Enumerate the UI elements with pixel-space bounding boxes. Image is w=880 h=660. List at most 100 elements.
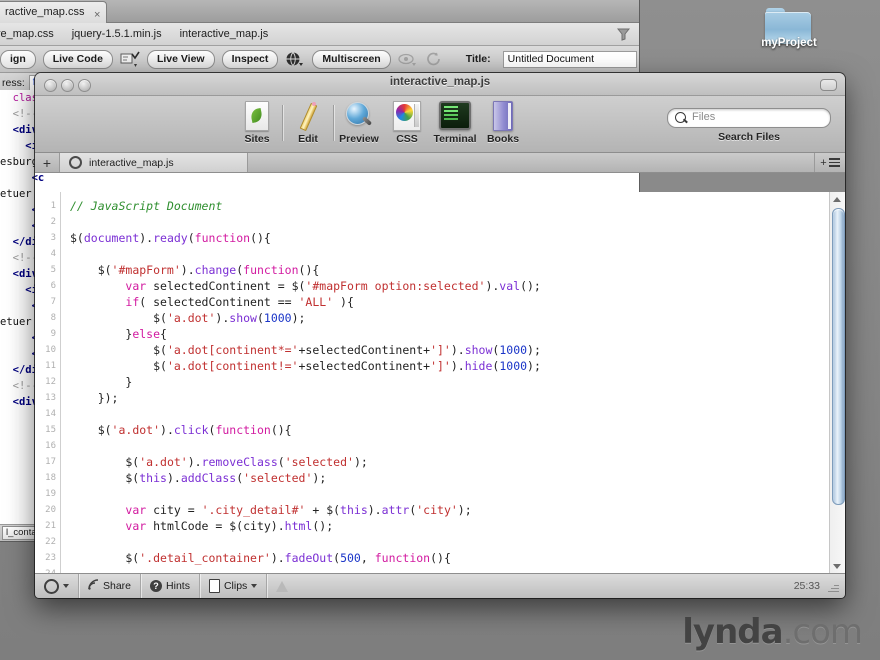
- toolbar-item-terminal[interactable]: Terminal: [431, 99, 479, 145]
- line-number: 9: [50, 329, 56, 339]
- code-line[interactable]: $(this).addClass('selected');: [61, 470, 829, 486]
- line-number: 7: [50, 297, 56, 307]
- code-line[interactable]: $('#mapForm').change(function(){: [61, 262, 829, 278]
- color-wheel-icon: [383, 99, 431, 132]
- code-line[interactable]: }else{: [61, 326, 829, 342]
- code-line[interactable]: [61, 406, 829, 422]
- add-glyph: +: [820, 156, 827, 169]
- scroll-up-arrow-icon[interactable]: [833, 197, 841, 202]
- line-number: 8: [50, 313, 56, 323]
- resize-grip-icon[interactable]: [828, 581, 839, 592]
- code-line[interactable]: $('a.dot[continent*='+selectedContinent+…: [61, 342, 829, 358]
- terminal-screen-icon: [431, 99, 479, 132]
- code-line[interactable]: var city = '.city_detail#' + $(this).att…: [61, 502, 829, 518]
- toolbar-toggle-button[interactable]: [820, 79, 837, 91]
- code-editor[interactable]: 1234567891011121314151617181920212223242…: [35, 192, 845, 574]
- live-view-button[interactable]: Live View: [146, 49, 215, 69]
- toolbar-item-sites[interactable]: Sites: [233, 99, 281, 145]
- code-line[interactable]: $('a.dot').click(function(){: [61, 422, 829, 438]
- dreamweaver-tab-bar: ractive_map.css ×: [0, 0, 639, 23]
- vertical-scrollbar[interactable]: [829, 192, 845, 574]
- gear-icon: [44, 578, 59, 594]
- search-input[interactable]: Files: [667, 108, 831, 128]
- live-code-button[interactable]: Live Code: [42, 49, 113, 69]
- line-number: 22: [45, 537, 56, 547]
- code-line[interactable]: });: [61, 390, 829, 406]
- toolbar-item-preview[interactable]: Preview: [335, 99, 383, 145]
- clips-button[interactable]: Clips: [200, 574, 268, 598]
- dreamweaver-document-tab[interactable]: ractive_map.css ×: [0, 1, 108, 23]
- validator-button[interactable]: [267, 574, 297, 598]
- code-line[interactable]: $('a.dot').show(1000);: [61, 310, 829, 326]
- related-file-css[interactable]: ctive_map.css: [0, 28, 54, 40]
- chevron-down-icon: [63, 584, 69, 588]
- hints-button[interactable]: ? Hints: [141, 574, 200, 598]
- tab-options-button[interactable]: +: [814, 153, 845, 172]
- toolbar-item-sites-label: Sites: [244, 133, 270, 145]
- multiscreen-button[interactable]: Multiscreen: [312, 49, 391, 69]
- code-text-area[interactable]: // JavaScript Document $(document).ready…: [61, 192, 829, 574]
- code-line[interactable]: [61, 214, 829, 230]
- code-line[interactable]: var selectedContinent = $('#mapForm opti…: [61, 278, 829, 294]
- toolbar-item-css[interactable]: CSS: [383, 99, 431, 145]
- related-file-jquery[interactable]: jquery-1.5.1.min.js: [72, 28, 162, 40]
- code-line[interactable]: $('a.dot[continent!='+selectedContinent+…: [61, 358, 829, 374]
- line-number: 17: [45, 457, 56, 467]
- toolbar-item-edit[interactable]: Edit: [284, 99, 332, 145]
- line-number: 16: [45, 441, 56, 451]
- question-mark-icon: ?: [150, 580, 163, 592]
- line-number: 2: [50, 217, 56, 227]
- document-title-input[interactable]: Untitled Document: [502, 50, 637, 68]
- line-number: 21: [45, 521, 56, 531]
- line-number: 18: [45, 473, 56, 483]
- eye-preview-icon[interactable]: [398, 51, 418, 68]
- code-line[interactable]: $('.detail_container').fadeOut(500, func…: [61, 550, 829, 566]
- code-line[interactable]: [61, 246, 829, 262]
- code-line[interactable]: [61, 486, 829, 502]
- code-line[interactable]: }: [61, 374, 829, 390]
- cursor-position: 25:33: [793, 580, 820, 592]
- filter-icon[interactable]: [616, 27, 631, 41]
- scroll-down-arrow-icon[interactable]: [833, 564, 841, 569]
- toolbar-item-books[interactable]: Books: [479, 99, 527, 145]
- lynda-watermark: lynda.com: [682, 612, 863, 652]
- code-line[interactable]: // JavaScript Document: [61, 198, 829, 214]
- share-button[interactable]: Share: [79, 574, 142, 598]
- related-files-bar: ctive_map.css jquery-1.5.1.min.js intera…: [0, 23, 639, 46]
- related-file-js[interactable]: interactive_map.js: [180, 28, 269, 40]
- line-number: 6: [50, 281, 56, 291]
- hints-label: Hints: [166, 580, 190, 592]
- search-icon: [675, 112, 686, 123]
- coda-window[interactable]: interactive_map.js Sites Edit Preview CS…: [35, 73, 845, 598]
- coda-status-bar: Share ? Hints Clips 25:33: [35, 573, 845, 598]
- inspect-button[interactable]: Inspect: [221, 49, 279, 69]
- globe-magnifier-icon: [335, 99, 383, 132]
- watermark-tld: .com: [782, 612, 863, 652]
- editor-tab-interactive-map[interactable]: interactive_map.js: [60, 153, 248, 172]
- line-number: 13: [45, 393, 56, 403]
- scrollbar-thumb[interactable]: [832, 208, 845, 505]
- list-menu-icon: [828, 156, 840, 169]
- code-line[interactable]: $('a.dot').removeClass('selected');: [61, 454, 829, 470]
- settings-menu-button[interactable]: [35, 574, 79, 598]
- globe-icon[interactable]: [285, 51, 305, 68]
- inspect-settings-icon[interactable]: [120, 51, 140, 68]
- clips-label: Clips: [223, 580, 248, 592]
- chevron-down-icon: [251, 584, 258, 588]
- line-number: 3: [50, 233, 56, 243]
- toolbar-divider: [282, 105, 283, 141]
- line-number: 14: [45, 409, 56, 419]
- code-line[interactable]: if( selectedContinent == 'ALL' ){: [61, 294, 829, 310]
- new-tab-button[interactable]: +: [35, 153, 60, 172]
- code-line[interactable]: [61, 534, 829, 550]
- toolbar-divider: [333, 105, 334, 141]
- leaf-page-icon: [233, 99, 281, 132]
- code-line[interactable]: var htmlCode = $(city).html();: [61, 518, 829, 534]
- toolbar-item-preview-label: Preview: [339, 133, 379, 145]
- code-line[interactable]: [61, 438, 829, 454]
- code-line[interactable]: $(document).ready(function(){: [61, 230, 829, 246]
- design-view-button[interactable]: ign: [0, 49, 36, 69]
- refresh-icon[interactable]: [425, 51, 445, 68]
- coda-title-bar[interactable]: interactive_map.js: [35, 73, 845, 96]
- line-number: 15: [45, 425, 56, 435]
